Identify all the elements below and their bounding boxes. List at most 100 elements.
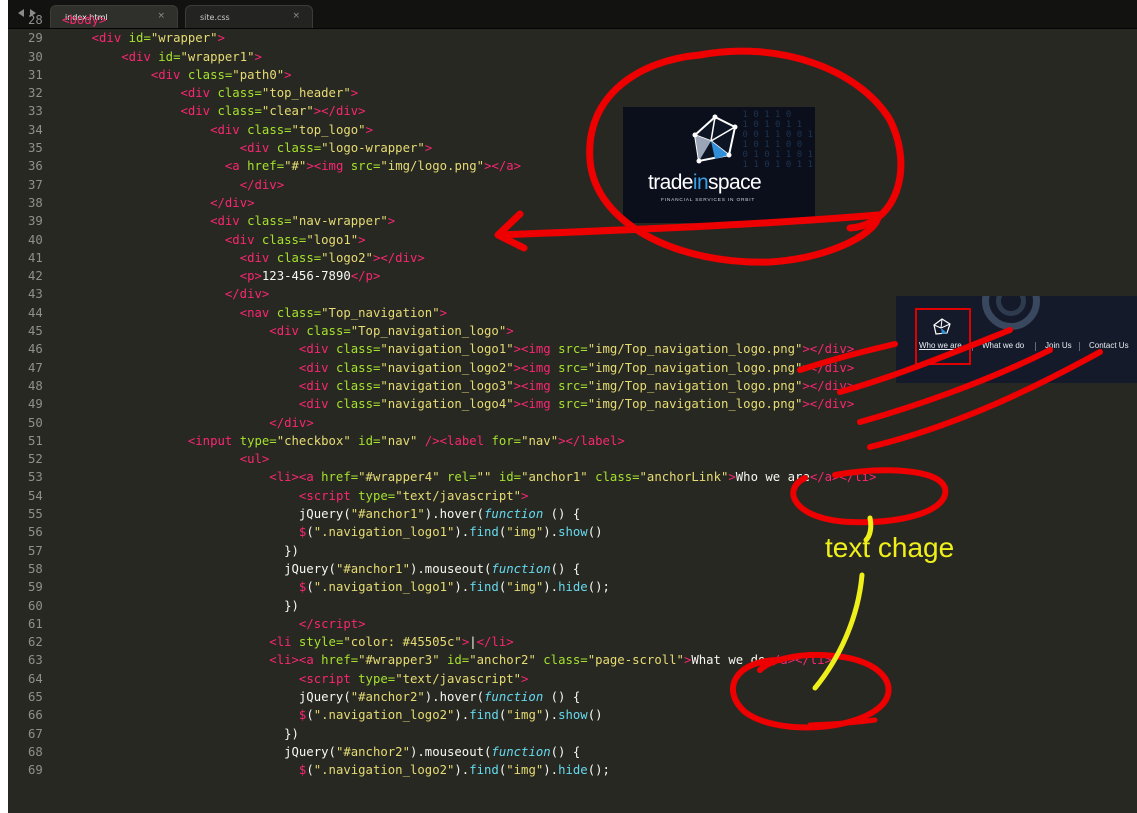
code-line[interactable]: 54 <script type="text/javascript"> <box>8 487 1137 505</box>
line-code[interactable]: <a href="#"><img src="img/logo.png"></a> <box>62 157 521 175</box>
line-code[interactable]: <li><a href="#wrapper3" id="anchor2" cla… <box>62 651 832 669</box>
line-code[interactable]: <div class="navigation_logo3"><img src="… <box>62 377 854 395</box>
line-code[interactable]: $(".navigation_logo2").find("img").hide(… <box>62 761 610 779</box>
line-code[interactable]: <li style="color: #45505c">|</li> <box>62 633 513 651</box>
line-number: 66 <box>28 708 43 723</box>
code-line[interactable]: 58 jQuery("#anchor1").mouseout(function(… <box>8 560 1137 578</box>
line-number: 54 <box>28 488 43 503</box>
line-number: 37 <box>28 177 43 192</box>
line-code[interactable]: $(".navigation_logo1").find("img").show(… <box>62 523 603 541</box>
line-number: 64 <box>28 671 43 686</box>
line-code[interactable]: <div class="navigation_logo1"><img src="… <box>62 340 854 358</box>
line-code[interactable]: </div> <box>62 285 269 303</box>
line-code[interactable]: <div class="clear"></div> <box>62 102 365 120</box>
code-line[interactable]: 63 <li><a href="#wrapper3" id="anchor2" … <box>8 651 1137 669</box>
code-line[interactable]: 51 <input type="checkbox" id="nav" /><la… <box>8 432 1137 450</box>
code-line[interactable]: 33 <div class="clear"></div> <box>8 102 1137 120</box>
line-code[interactable]: <div class="top_header"> <box>62 84 358 102</box>
line-code[interactable]: jQuery("#anchor1").hover(function () { <box>62 505 580 523</box>
editor-window: index.html × site.css × 28 <body> 29 <div … <box>8 0 1137 813</box>
line-code[interactable]: <nav class="Top_navigation"> <box>62 304 447 322</box>
line-code[interactable]: }) <box>62 725 299 743</box>
code-line[interactable]: 53 <li><a href="#wrapper4" rel="" id="an… <box>8 468 1137 486</box>
code-line[interactable]: 32 <div class="top_header"> <box>8 84 1137 102</box>
line-code[interactable]: </div> <box>62 194 254 212</box>
line-code[interactable]: <div class="path0"> <box>62 66 292 84</box>
code-line[interactable]: 35 <div class="logo-wrapper"> <box>8 139 1137 157</box>
code-line[interactable]: 62 <li style="color: #45505c">|</li> <box>8 633 1137 651</box>
line-code[interactable]: <div class="logo2"></div> <box>62 249 425 267</box>
line-number: 45 <box>28 324 43 339</box>
code-line[interactable]: 66 $(".navigation_logo2").find("img").sh… <box>8 706 1137 724</box>
code-line[interactable]: 59 $(".navigation_logo1").find("img").hi… <box>8 578 1137 596</box>
code-line[interactable]: 34 <div class="top_logo"> <box>8 121 1137 139</box>
code-line[interactable]: 31 <div class="path0"> <box>8 66 1137 84</box>
line-code[interactable]: </div> <box>62 176 284 194</box>
line-code[interactable]: <ul> <box>62 450 270 468</box>
code-line[interactable]: 64 <script type="text/javascript"> <box>8 670 1137 688</box>
nav-separator <box>1079 342 1080 351</box>
code-line[interactable]: 65 jQuery("#anchor2").hover(function () … <box>8 688 1137 706</box>
code-line[interactable]: 40 <div class="logo1"> <box>8 231 1137 249</box>
nav-separator <box>972 342 973 351</box>
code-line[interactable]: 42 <p>123-456-7890</p> <box>8 267 1137 285</box>
code-line[interactable]: 36 <a href="#"><img src="img/logo.png"><… <box>8 157 1137 175</box>
line-code[interactable]: <div class="navigation_logo4"><img src="… <box>62 395 854 413</box>
code-line[interactable]: 28 <body> <box>8 11 1137 29</box>
nav-item-what-we-do[interactable]: What we do <box>982 341 1024 350</box>
code-line[interactable]: 61 </script> <box>8 615 1137 633</box>
line-code[interactable]: <div class="navigation_logo2"><img src="… <box>62 359 854 377</box>
line-code[interactable]: jQuery("#anchor1").mouseout(function() { <box>62 560 580 578</box>
line-number: 69 <box>28 763 43 778</box>
line-number: 31 <box>28 67 43 82</box>
line-code[interactable]: }) <box>62 542 299 560</box>
line-code[interactable]: <div class="top_logo"> <box>62 121 373 139</box>
line-code[interactable]: <body> <box>62 11 106 29</box>
line-code[interactable]: <p>123-456-7890</p> <box>62 267 381 285</box>
code-line[interactable]: 60 }) <box>8 597 1137 615</box>
code-line[interactable]: 29 <div id="wrapper"> <box>8 29 1137 47</box>
line-code[interactable]: <script type="text/javascript"> <box>62 487 529 505</box>
line-code[interactable]: <div class="logo-wrapper"> <box>62 139 433 157</box>
nav-item-join-us[interactable]: Join Us <box>1045 341 1072 350</box>
code-line[interactable]: 49 <div class="navigation_logo4"><img sr… <box>8 395 1137 413</box>
line-code[interactable]: </script> <box>62 615 366 633</box>
line-code[interactable]: <div class="Top_navigation_logo"> <box>62 322 513 340</box>
line-code[interactable]: $(".navigation_logo2").find("img").show(… <box>62 706 603 724</box>
line-code[interactable]: <div id="wrapper1"> <box>62 48 262 66</box>
code-line[interactable]: 57 }) <box>8 542 1137 560</box>
code-line[interactable]: 52 <ul> <box>8 450 1137 468</box>
line-code[interactable]: $(".navigation_logo1").find("img").hide(… <box>62 578 610 596</box>
line-number: 65 <box>28 689 43 704</box>
line-code[interactable]: </div> <box>62 414 313 432</box>
line-number: 53 <box>28 470 43 485</box>
line-number: 35 <box>28 141 43 156</box>
code-line[interactable]: 55 jQuery("#anchor1").hover(function () … <box>8 505 1137 523</box>
code-line[interactable]: 50 </div> <box>8 414 1137 432</box>
line-code[interactable]: jQuery("#anchor2").mouseout(function() { <box>62 743 580 761</box>
line-code[interactable]: <div class="nav-wrapper"> <box>62 212 395 230</box>
code-line[interactable]: 67 }) <box>8 725 1137 743</box>
code-line[interactable]: 38 </div> <box>8 194 1137 212</box>
line-code[interactable]: <input type="checkbox" id="nav" /><label… <box>62 432 625 450</box>
line-number: 63 <box>28 653 43 668</box>
nav-item-contact-us[interactable]: Contact Us <box>1089 341 1129 350</box>
line-number: 52 <box>28 452 43 467</box>
line-code[interactable]: <script type="text/javascript"> <box>62 670 529 688</box>
line-code[interactable]: jQuery("#anchor2").hover(function () { <box>62 688 580 706</box>
logo-preview: 1 0 1 1 0 1 0 1 0 1 1 0 0 1 1 0 0 1 1 0 … <box>623 107 815 223</box>
code-line[interactable]: 69 $(".navigation_logo2").find("img").hi… <box>8 761 1137 779</box>
line-number: 68 <box>28 744 43 759</box>
code-area[interactable]: 28 <body> 29 <div id="wrapper"> 30 <div id=… <box>8 11 1137 779</box>
line-code[interactable]: <div id="wrapper"> <box>62 29 225 47</box>
code-line[interactable]: 39 <div class="nav-wrapper"> <box>8 212 1137 230</box>
line-code[interactable]: <div class="logo1"> <box>62 231 366 249</box>
code-line[interactable]: 41 <div class="logo2"></div> <box>8 249 1137 267</box>
code-line[interactable]: 56 $(".navigation_logo1").find("img").sh… <box>8 523 1137 541</box>
line-code[interactable]: }) <box>62 597 299 615</box>
code-line[interactable]: 30 <div id="wrapper1"> <box>8 48 1137 66</box>
code-line[interactable]: 68 jQuery("#anchor2").mouseout(function(… <box>8 743 1137 761</box>
line-number: 60 <box>28 598 43 613</box>
code-line[interactable]: 37 </div> <box>8 176 1137 194</box>
line-code[interactable]: <li><a href="#wrapper4" rel="" id="ancho… <box>62 468 876 486</box>
